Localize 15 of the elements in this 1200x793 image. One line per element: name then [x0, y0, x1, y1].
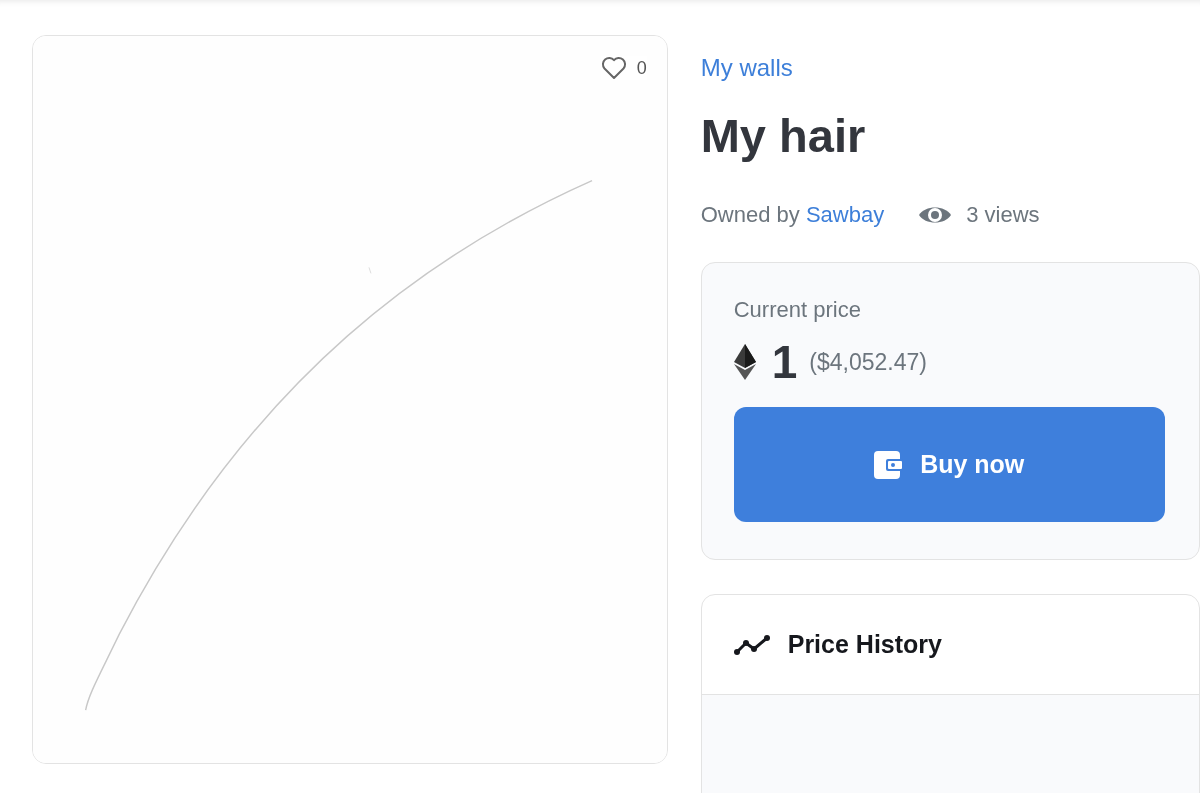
ethereum-icon — [733, 344, 756, 381]
item-title: My hair — [700, 108, 867, 164]
like-count: 0 — [636, 57, 647, 79]
trend-line-icon — [733, 634, 770, 655]
buy-now-button[interactable]: Buy now — [733, 407, 1165, 523]
owner-link[interactable]: Sawbay — [805, 202, 885, 228]
wallet-icon — [874, 450, 905, 479]
view-count: 3 views — [966, 202, 1040, 229]
owner-text: Owned by Sawbay — [700, 202, 885, 229]
collection-link[interactable]: My walls — [700, 54, 793, 82]
fiat-price: ($4,052.47) — [809, 348, 927, 376]
heart-icon[interactable] — [600, 56, 627, 80]
price-amount: 1 — [771, 339, 798, 386]
panel-title: Price History — [787, 630, 942, 660]
price-label: Current price — [733, 297, 862, 324]
